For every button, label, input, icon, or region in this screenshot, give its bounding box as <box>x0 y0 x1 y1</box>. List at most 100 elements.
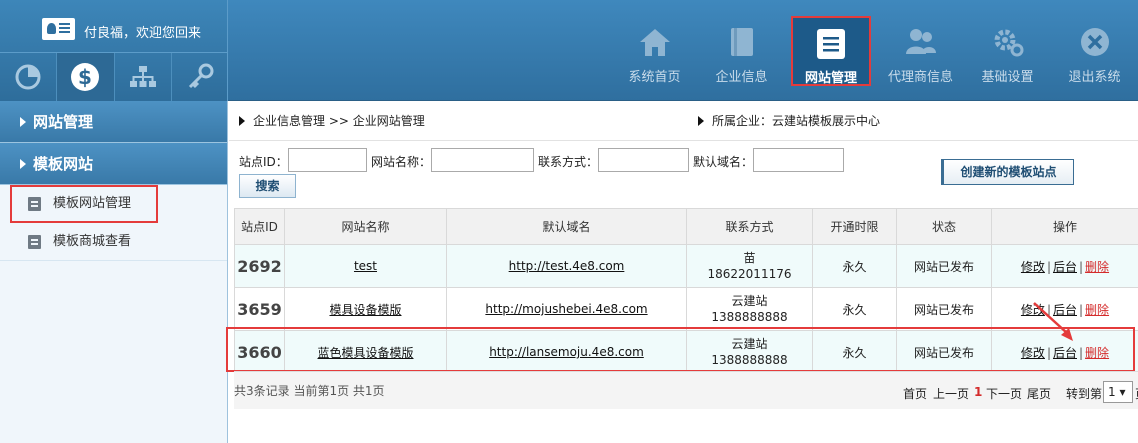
admin-link[interactable]: 后台 <box>1053 260 1077 274</box>
contact-name: 云建站 <box>731 337 768 351</box>
nav-site-manage[interactable]: 网站管理 <box>791 16 871 86</box>
site-id-label: 站点ID： <box>239 155 288 169</box>
table-row: 3660 蓝色模具设备模版 http://lansemoju.4e8.com 云… <box>234 330 1138 374</box>
sidebar-item-label: 模板商城查看 <box>53 234 132 249</box>
col-actions: 操作 <box>991 208 1138 245</box>
col-site-id: 站点ID <box>234 208 285 245</box>
dollar-icon[interactable]: $ <box>57 53 115 101</box>
sites-table: 站点ID 网站名称 默认域名 联系方式 开通时限 状态 操作 2692 test… <box>234 208 1138 374</box>
contact-phone: 1388888888 <box>711 310 788 324</box>
user-panel: 付良福，欢迎您回来 $ <box>0 0 228 101</box>
caret-right-icon <box>698 116 704 126</box>
actions-cell: 修改 | 后台 | 删除 <box>991 330 1138 374</box>
col-status: 状态 <box>896 208 992 245</box>
nav-logout[interactable]: 退出系统 <box>1051 0 1138 101</box>
breadcrumb: 企业信息管理 >> 企业网站管理 <box>239 112 425 129</box>
nav-company-info-label: 企业信息 <box>715 70 768 85</box>
contact-name: 云建站 <box>731 294 768 308</box>
create-template-site-button[interactable]: 创建新的模板站点 <box>941 159 1074 185</box>
nav-basic-settings-label: 基础设置 <box>981 70 1034 85</box>
nav-agent-info-label: 代理商信息 <box>887 70 953 85</box>
contact-phone: 1388888888 <box>711 353 788 367</box>
company-info: 所属企业：云建站模板展示中心 <box>698 112 880 129</box>
book-icon <box>730 28 753 56</box>
col-default-domain: 默认域名 <box>446 208 687 245</box>
admin-link[interactable]: 后台 <box>1053 303 1077 317</box>
status-badge: 网站已发布 <box>896 287 992 331</box>
main-content: 企业信息管理 >> 企业网站管理 所属企业：云建站模板展示中心 站点ID： 网站… <box>226 101 1138 443</box>
sidebar-section-label: 网站管理 <box>33 113 94 131</box>
search-button[interactable]: 搜索 <box>239 174 296 198</box>
col-site-name: 网站名称 <box>284 208 447 245</box>
delete-link[interactable]: 删除 <box>1085 303 1109 317</box>
sitemap-icon[interactable] <box>115 53 172 101</box>
first-page-link[interactable]: 首页 <box>903 385 927 402</box>
domain-link[interactable]: http://test.4e8.com <box>509 259 625 273</box>
document-icon <box>28 197 41 211</box>
admin-link[interactable]: 后台 <box>1053 346 1077 360</box>
pagination-bar: 共3条记录 当前第1页 共1页 首页 上一页 1 下一页 尾页 转到第 1 ▾ … <box>234 371 1138 409</box>
sidebar-section-template-sites[interactable]: 模板网站 <box>0 143 227 185</box>
last-page-link[interactable]: 尾页 <box>1027 385 1051 402</box>
key-icon[interactable] <box>172 53 228 101</box>
home-icon <box>639 29 670 56</box>
nav-basic-settings[interactable]: 基础设置 <box>964 0 1051 101</box>
contact-phone: 18622011176 <box>707 267 792 281</box>
site-name-input[interactable] <box>431 148 534 172</box>
pie-chart-icon[interactable] <box>0 53 58 101</box>
delete-link[interactable]: 删除 <box>1085 346 1109 360</box>
document-icon <box>28 235 41 249</box>
gear-icon <box>994 29 1023 57</box>
site-name-link[interactable]: test <box>354 259 377 273</box>
site-name-link[interactable]: 蓝色模具设备模版 <box>317 346 413 360</box>
nav-home[interactable]: 系统首页 <box>611 0 698 101</box>
site-id-input[interactable] <box>288 148 367 172</box>
table-row: 3659 模具设备模版 http://mojushebei.4e8.com 云建… <box>234 287 1138 331</box>
status-badge: 网站已发布 <box>896 244 992 288</box>
quick-icon-bar: $ <box>0 52 228 101</box>
svg-text:$: $ <box>78 65 92 89</box>
period: 永久 <box>812 287 897 331</box>
contact-input[interactable] <box>598 148 689 172</box>
delete-link[interactable]: 删除 <box>1085 260 1109 274</box>
site-id: 2692 <box>234 244 285 288</box>
nav-home-label: 系统首页 <box>628 70 681 85</box>
edit-link[interactable]: 修改 <box>1021 303 1045 317</box>
user-greeting: 付良福，欢迎您回来 <box>84 26 202 41</box>
caret-right-icon <box>20 117 26 127</box>
nav-company-info[interactable]: 企业信息 <box>698 0 785 101</box>
nav-logout-label: 退出系统 <box>1068 70 1121 85</box>
contact-label: 联系方式： <box>538 155 599 169</box>
actions-cell: 修改 | 后台 | 删除 <box>991 244 1138 288</box>
nav-agent-info[interactable]: 代理商信息 <box>877 0 964 101</box>
next-page-link[interactable]: 下一页 <box>986 385 1022 402</box>
col-period: 开通时限 <box>812 208 897 245</box>
sidebar: 网站管理 模板网站 模板网站管理 模板商城查看 <box>0 101 228 443</box>
sidebar-section-site-manage[interactable]: 网站管理 <box>0 101 227 143</box>
site-name-link[interactable]: 模具设备模版 <box>329 303 401 317</box>
record-summary: 共3条记录 当前第1页 共1页 <box>234 384 385 398</box>
edit-link[interactable]: 修改 <box>1021 346 1045 360</box>
breadcrumb-bar: 企业信息管理 >> 企业网站管理 所属企业：云建站模板展示中心 <box>229 101 1138 141</box>
top-header: 付良福，欢迎您回来 $ 系统首页 企业信息 网站管理 代理商信息 基础设置 退出… <box>0 0 1138 101</box>
col-contact: 联系方式 <box>686 208 813 245</box>
sidebar-item-label: 模板网站管理 <box>53 196 132 211</box>
contact-cell: 云建站 1388888888 <box>686 330 813 374</box>
domain-link[interactable]: http://lansemoju.4e8.com <box>489 345 644 359</box>
edit-link[interactable]: 修改 <box>1021 260 1045 274</box>
top-nav: 系统首页 企业信息 网站管理 代理商信息 基础设置 退出系统 <box>611 0 1138 101</box>
sidebar-item-template-store[interactable]: 模板商城查看 <box>0 223 227 261</box>
users-icon <box>905 29 936 54</box>
sidebar-item-template-site-manage[interactable]: 模板网站管理 <box>10 185 158 223</box>
breadcrumb-path: 企业信息管理 >> 企业网站管理 <box>253 114 425 128</box>
prev-page-link[interactable]: 上一页 <box>933 385 969 402</box>
page-select[interactable]: 1 ▾ <box>1103 381 1133 403</box>
domain-link[interactable]: http://mojushebei.4e8.com <box>485 302 647 316</box>
table-header-row: 站点ID 网站名称 默认域名 联系方式 开通时限 状态 操作 <box>234 208 1138 245</box>
contact-cell: 云建站 1388888888 <box>686 287 813 331</box>
user-row: 付良福，欢迎您回来 <box>0 12 228 46</box>
domain-input[interactable] <box>753 148 844 172</box>
domain-label: 默认域名： <box>693 155 754 169</box>
company-name: 所属企业：云建站模板展示中心 <box>712 114 881 128</box>
actions-cell: 修改 | 后台 | 删除 <box>991 287 1138 331</box>
